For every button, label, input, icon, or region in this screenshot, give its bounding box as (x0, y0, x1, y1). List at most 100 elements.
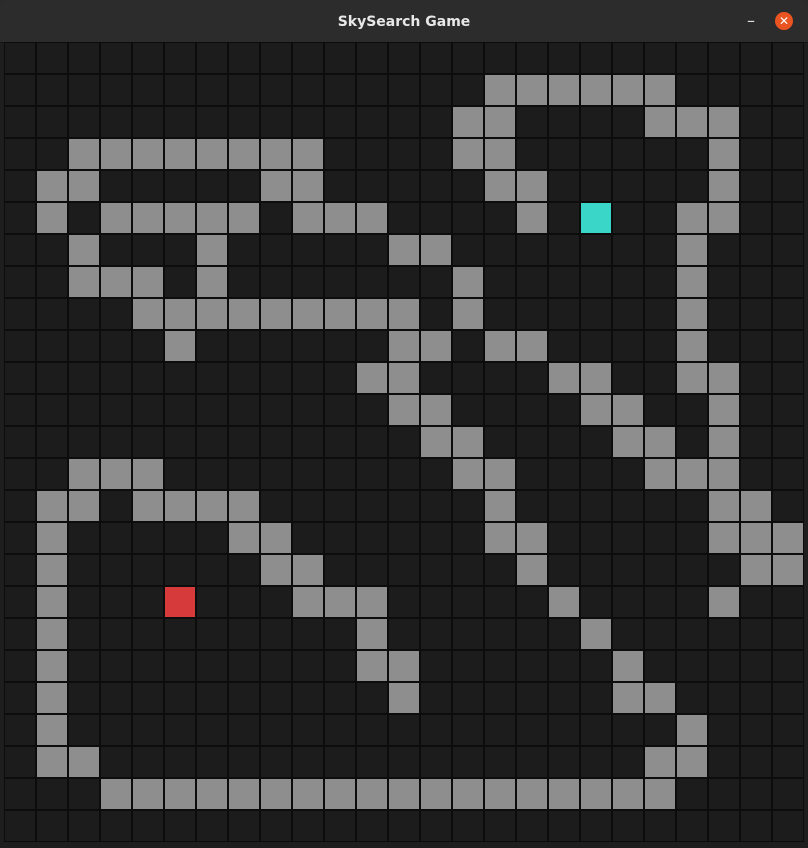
grid-cell[interactable] (4, 202, 36, 234)
wall-cell[interactable] (196, 298, 228, 330)
wall-cell[interactable] (644, 778, 676, 810)
grid-cell[interactable] (356, 394, 388, 426)
wall-cell[interactable] (484, 490, 516, 522)
wall-cell[interactable] (708, 522, 740, 554)
wall-cell[interactable] (292, 138, 324, 170)
grid-cell[interactable] (196, 330, 228, 362)
grid-cell[interactable] (420, 74, 452, 106)
grid-cell[interactable] (740, 234, 772, 266)
grid-cell[interactable] (644, 202, 676, 234)
grid-cell[interactable] (356, 234, 388, 266)
grid-cell[interactable] (516, 138, 548, 170)
grid-cell[interactable] (772, 746, 804, 778)
grid-cell[interactable] (260, 362, 292, 394)
grid-cell[interactable] (324, 234, 356, 266)
wall-cell[interactable] (324, 586, 356, 618)
grid-cell[interactable] (612, 362, 644, 394)
grid-cell[interactable] (292, 394, 324, 426)
grid-cell[interactable] (740, 458, 772, 490)
grid-cell[interactable] (4, 106, 36, 138)
grid-cell[interactable] (740, 426, 772, 458)
grid-cell[interactable] (452, 618, 484, 650)
grid-cell[interactable] (388, 74, 420, 106)
grid-cell[interactable] (484, 202, 516, 234)
wall-cell[interactable] (676, 362, 708, 394)
grid-cell[interactable] (4, 426, 36, 458)
grid-cell[interactable] (260, 490, 292, 522)
grid-cell[interactable] (516, 458, 548, 490)
wall-cell[interactable] (196, 266, 228, 298)
grid-cell[interactable] (708, 74, 740, 106)
grid-cell[interactable] (708, 266, 740, 298)
grid-cell[interactable] (644, 42, 676, 74)
wall-cell[interactable] (548, 586, 580, 618)
grid-cell[interactable] (708, 42, 740, 74)
grid-cell[interactable] (228, 682, 260, 714)
grid-cell[interactable] (644, 266, 676, 298)
wall-cell[interactable] (356, 298, 388, 330)
wall-cell[interactable] (36, 490, 68, 522)
grid-cell[interactable] (772, 586, 804, 618)
grid-cell[interactable] (260, 394, 292, 426)
grid-cell[interactable] (292, 650, 324, 682)
grid-cell[interactable] (740, 74, 772, 106)
grid-cell[interactable] (292, 74, 324, 106)
grid-cell[interactable] (100, 586, 132, 618)
wall-cell[interactable] (420, 778, 452, 810)
grid-cell[interactable] (580, 298, 612, 330)
grid-cell[interactable] (100, 522, 132, 554)
grid-cell[interactable] (644, 298, 676, 330)
grid-cell[interactable] (324, 106, 356, 138)
grid-cell[interactable] (196, 810, 228, 842)
grid-cell[interactable] (36, 778, 68, 810)
grid-cell[interactable] (516, 298, 548, 330)
wall-cell[interactable] (132, 202, 164, 234)
grid-cell[interactable] (228, 42, 260, 74)
grid-cell[interactable] (324, 490, 356, 522)
grid-cell[interactable] (772, 106, 804, 138)
wall-cell[interactable] (100, 458, 132, 490)
wall-cell[interactable] (36, 554, 68, 586)
grid-cell[interactable] (516, 426, 548, 458)
grid-cell[interactable] (260, 714, 292, 746)
wall-cell[interactable] (68, 266, 100, 298)
grid-cell[interactable] (388, 490, 420, 522)
grid-cell[interactable] (132, 106, 164, 138)
grid-cell[interactable] (4, 394, 36, 426)
grid-cell[interactable] (676, 490, 708, 522)
wall-cell[interactable] (36, 650, 68, 682)
grid-cell[interactable] (4, 490, 36, 522)
grid-cell[interactable] (228, 106, 260, 138)
wall-cell[interactable] (452, 138, 484, 170)
grid-cell[interactable] (196, 746, 228, 778)
wall-cell[interactable] (548, 74, 580, 106)
grid-cell[interactable] (36, 426, 68, 458)
grid-cell[interactable] (228, 362, 260, 394)
wall-cell[interactable] (196, 202, 228, 234)
wall-cell[interactable] (388, 234, 420, 266)
grid-cell[interactable] (4, 650, 36, 682)
grid-cell[interactable] (4, 714, 36, 746)
grid-cell[interactable] (452, 42, 484, 74)
grid-cell[interactable] (132, 554, 164, 586)
grid-cell[interactable] (100, 74, 132, 106)
grid-cell[interactable] (356, 554, 388, 586)
grid-cell[interactable] (228, 394, 260, 426)
grid-cell[interactable] (356, 42, 388, 74)
grid-cell[interactable] (484, 42, 516, 74)
grid-cell[interactable] (228, 618, 260, 650)
wall-cell[interactable] (580, 778, 612, 810)
grid-cell[interactable] (452, 650, 484, 682)
grid-cell[interactable] (708, 778, 740, 810)
grid-cell[interactable] (324, 650, 356, 682)
grid-cell[interactable] (740, 170, 772, 202)
grid-cell[interactable] (644, 170, 676, 202)
wall-cell[interactable] (676, 298, 708, 330)
wall-cell[interactable] (228, 138, 260, 170)
grid-cell[interactable] (548, 618, 580, 650)
wall-cell[interactable] (164, 298, 196, 330)
wall-cell[interactable] (676, 234, 708, 266)
grid-cell[interactable] (708, 714, 740, 746)
grid-cell[interactable] (484, 298, 516, 330)
grid-cell[interactable] (164, 682, 196, 714)
